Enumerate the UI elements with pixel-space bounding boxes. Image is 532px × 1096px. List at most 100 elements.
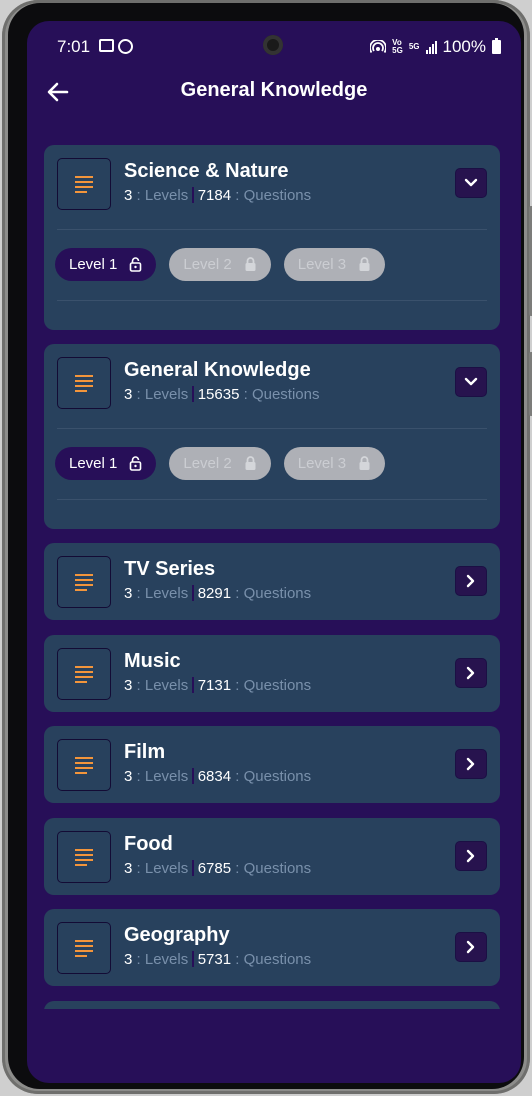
level-pill-label: Level 1 [69, 256, 118, 273]
meta-separator [192, 585, 194, 601]
battery-icon [492, 38, 501, 54]
lock-icon [245, 257, 256, 271]
chevron-right-icon [466, 757, 475, 771]
page-title: General Knowledge [180, 79, 368, 101]
category-title: General Knowledge [124, 359, 311, 381]
battery-percentage: 100% [442, 37, 486, 56]
app-screen: 7:01 Vo 5G 5G 100% General Knowledge Sci… [27, 21, 521, 1083]
category-meta: 3 : Levels 7184 : Questions [124, 187, 311, 204]
collapse-button[interactable] [455, 168, 487, 198]
text-lines-icon [75, 374, 93, 392]
levels-count: 3 [124, 386, 133, 403]
meta-separator [192, 860, 194, 876]
questions-label: : Questions [235, 951, 312, 968]
category-card[interactable]: Geography 3 : Levels 5731 : Questions [44, 909, 500, 986]
category-card[interactable]: Science & Nature 3 : Levels 7184 : Questi… [44, 145, 500, 330]
category-card-partial[interactable] [44, 1001, 500, 1009]
text-lines-icon [75, 175, 93, 193]
questions-count: 7131 [197, 677, 232, 694]
category-card[interactable]: General Knowledge 3 : Levels 15635 : Ques… [44, 344, 500, 529]
category-meta: 3 : Levels 7131 : Questions [124, 677, 311, 694]
chevron-right-icon [466, 574, 475, 588]
expand-button[interactable] [455, 749, 487, 779]
category-card[interactable]: Food 3 : Levels 6785 : Questions [44, 818, 500, 895]
category-card[interactable]: TV Series 3 : Levels 8291 : Questions [44, 543, 500, 620]
category-list[interactable]: Science & Nature 3 : Levels 7184 : Questi… [44, 145, 500, 1009]
questions-label: : Questions [243, 386, 320, 403]
meta-separator [192, 951, 194, 967]
category-card-header[interactable]: TV Series 3 : Levels 8291 : Questions [44, 543, 500, 627]
meta-separator [192, 386, 194, 402]
hotspot-icon [370, 40, 387, 54]
text-lines-icon [75, 939, 93, 957]
levels-count: 3 [124, 677, 133, 694]
expand-button[interactable] [455, 658, 487, 688]
card-divider [57, 428, 487, 429]
questions-label: : Questions [235, 860, 312, 877]
levels-label: : Levels [136, 768, 189, 785]
category-meta: 3 : Levels 6785 : Questions [124, 860, 311, 877]
levels-count: 3 [124, 585, 133, 602]
text-lines-icon [75, 756, 93, 774]
level-pill-label: Level 2 [183, 455, 232, 472]
level-pill-label: Level 3 [297, 256, 347, 273]
levels-label: : Levels [136, 677, 189, 694]
category-icon [57, 158, 111, 210]
lock-open-icon [130, 257, 142, 272]
category-card-header[interactable]: Food 3 : Levels 6785 : Questions [44, 818, 500, 902]
status-bar: 7:01 Vo 5G 5G 100% [27, 33, 521, 61]
meta-separator [192, 677, 194, 693]
category-title: Science & Nature [124, 160, 289, 182]
category-card-header[interactable]: Science & Nature 3 : Levels 7184 : Questi… [44, 145, 500, 229]
questions-label: : Questions [235, 585, 312, 602]
lock-icon [359, 257, 370, 271]
level-pill-2[interactable]: Level 2 [169, 248, 271, 281]
chevron-right-icon [466, 940, 475, 954]
category-meta: 3 : Levels 8291 : Questions [124, 585, 311, 602]
level-pill-label: Level 2 [183, 256, 232, 273]
level-pill-3[interactable]: Level 3 [283, 447, 386, 480]
category-title: Film [124, 741, 166, 763]
questions-count: 5731 [197, 951, 232, 968]
category-card-header[interactable]: Geography 3 : Levels 5731 : Questions [44, 909, 500, 993]
level-pill-1[interactable]: Level 1 [55, 447, 157, 480]
text-lines-icon [75, 573, 93, 591]
level-pills: Level 1 Level 2 Level 3 [55, 447, 386, 480]
questions-label: : Questions [235, 187, 312, 204]
levels-count: 3 [124, 187, 133, 204]
status-system-icons: Vo 5G 5G 100% [370, 37, 501, 57]
category-icon [57, 831, 111, 883]
expand-button[interactable] [455, 932, 487, 962]
lock-icon [359, 456, 370, 470]
category-card[interactable]: Music 3 : Levels 7131 : Questions [44, 635, 500, 712]
category-icon [57, 922, 111, 974]
level-pill-1[interactable]: Level 1 [55, 248, 157, 281]
text-lines-icon [75, 848, 93, 866]
questions-label: : Questions [235, 677, 312, 694]
levels-label: : Levels [136, 386, 189, 403]
category-card-header[interactable]: Music 3 : Levels 7131 : Questions [44, 635, 500, 719]
level-pill-3[interactable]: Level 3 [283, 248, 386, 281]
category-icon [57, 357, 111, 409]
app-header: General Knowledge [27, 73, 521, 113]
expand-button[interactable] [455, 841, 487, 871]
levels-label: : Levels [136, 951, 189, 968]
collapse-button[interactable] [455, 367, 487, 397]
expand-button[interactable] [455, 566, 487, 596]
level-pill-2[interactable]: Level 2 [169, 447, 271, 480]
category-card[interactable]: Film 3 : Levels 6834 : Questions [44, 726, 500, 803]
questions-count: 6834 [197, 768, 232, 785]
level-pills: Level 1 Level 2 Level 3 [55, 248, 386, 281]
category-card-header[interactable]: Film 3 : Levels 6834 : Questions [44, 726, 500, 810]
network-type-icon: 5G [408, 42, 420, 51]
card-divider [57, 499, 487, 500]
lock-open-icon [130, 456, 142, 471]
level-pill-label: Level 1 [69, 455, 118, 472]
level-pill-label: Level 3 [297, 455, 347, 472]
signal-icon [425, 40, 437, 54]
status-time: 7:01 [57, 37, 91, 56]
category-icon [57, 648, 111, 700]
category-meta: 3 : Levels 15635 : Questions [124, 386, 319, 403]
category-card-header[interactable]: General Knowledge 3 : Levels 15635 : Ques… [44, 344, 500, 428]
category-title: Food [124, 833, 173, 855]
